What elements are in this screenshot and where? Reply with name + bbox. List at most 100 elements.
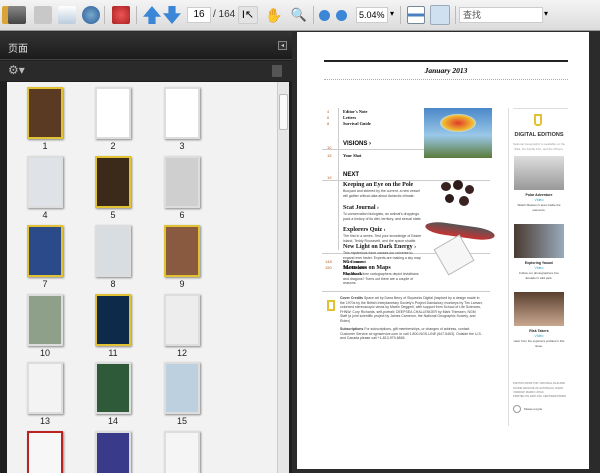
page-thumbnail[interactable] bbox=[27, 87, 63, 139]
page-total: / 164 bbox=[213, 9, 236, 20]
page-thumbnail[interactable] bbox=[95, 431, 131, 473]
page-thumbnail-label: 4 bbox=[42, 210, 48, 220]
page-thumbnail-label: 11 bbox=[108, 348, 118, 358]
pages-panel: 页面 ◂ ⚙▾ 1 2 3 4 5 6 7 8 9 10 11 12 13 14 15 bbox=[0, 32, 292, 473]
page-thumbnail[interactable] bbox=[164, 294, 200, 346]
search-dropdown-icon[interactable]: ▾ bbox=[544, 9, 548, 18]
thumbnail-scrollbar[interactable] bbox=[277, 82, 289, 473]
page-thumbnail-label: 9 bbox=[179, 279, 185, 289]
video-thumbnail[interactable] bbox=[514, 292, 564, 326]
digital-editions-title: DIGITAL EDITIONS bbox=[514, 132, 564, 138]
thumbnail-list: 1 2 3 4 5 6 7 8 9 10 11 12 13 14 15 bbox=[7, 82, 289, 473]
print-icon[interactable] bbox=[8, 6, 26, 24]
page-thumbnail[interactable] bbox=[164, 87, 200, 139]
page-thumbnail-label: 2 bbox=[110, 141, 116, 151]
delete-trash-icon[interactable] bbox=[272, 65, 282, 77]
issue-date: January 2013 bbox=[424, 66, 468, 75]
marquee-zoom-icon[interactable]: 🔍 bbox=[290, 6, 308, 24]
document-page: January 2013 10 VISIONS › 15 Your Shot 1… bbox=[297, 32, 589, 469]
select-tool-icon[interactable]: I↖ bbox=[238, 6, 258, 24]
fit-page-icon[interactable] bbox=[430, 5, 450, 25]
save-icon[interactable] bbox=[34, 6, 52, 24]
page-thumbnail-label: 6 bbox=[179, 210, 185, 220]
page-thumbnail-label: 10 bbox=[39, 348, 50, 358]
video-title[interactable]: Exploring Yasuni bbox=[511, 261, 567, 266]
page-thumbnail[interactable] bbox=[27, 294, 63, 346]
toc-page-number: 148 bbox=[325, 259, 332, 264]
toc-item[interactable]: Editor's Note bbox=[343, 109, 367, 114]
video-thumbnail[interactable] bbox=[514, 156, 564, 190]
recycle-icon bbox=[513, 405, 521, 413]
toc-your-shot[interactable]: Your Shot bbox=[343, 153, 361, 158]
video-title[interactable]: Polar Adventure bbox=[511, 193, 567, 198]
page-thumbnail-label: 1 bbox=[42, 141, 48, 151]
scrollbar-thumb[interactable] bbox=[279, 94, 288, 130]
video-description: Follow our photographers into Ecuador's … bbox=[519, 271, 559, 280]
zoom-dropdown-icon[interactable]: ▾ bbox=[390, 9, 394, 18]
page-thumbnail[interactable] bbox=[164, 225, 200, 277]
toc-item[interactable]: The Moment bbox=[343, 265, 367, 270]
page-thumbnail[interactable] bbox=[95, 225, 131, 277]
video-description: Hear from the explorers profiled in this… bbox=[513, 339, 565, 348]
telescope-illustration bbox=[433, 234, 475, 276]
video-description: Watch Mawson's team battle the elements. bbox=[517, 203, 561, 212]
zoom-in-icon[interactable] bbox=[336, 10, 347, 21]
page-thumbnail[interactable] bbox=[27, 225, 63, 277]
page-thumbnail[interactable] bbox=[95, 87, 131, 139]
article-title[interactable]: New Light on Dark Energy › bbox=[343, 244, 416, 250]
page-thumbnail-label: 8 bbox=[110, 279, 116, 289]
article-description: Buoyant and steered by the current, a ne… bbox=[343, 189, 420, 198]
hand-tool-icon[interactable]: ✋ bbox=[265, 6, 283, 24]
panel-title: 页面 bbox=[8, 44, 28, 55]
page-thumbnail[interactable] bbox=[95, 362, 131, 414]
video-type: Video bbox=[534, 266, 544, 270]
search-input[interactable]: 查找 bbox=[459, 7, 543, 23]
page-thumbnail[interactable] bbox=[27, 362, 63, 414]
article-title[interactable]: Keeping an Eye on the Pole bbox=[343, 182, 413, 188]
page-thumbnail-label: 5 bbox=[110, 210, 116, 220]
toc-item[interactable]: NG Connect bbox=[343, 259, 366, 264]
zoom-out-icon[interactable] bbox=[319, 10, 330, 21]
article-description: The first in a series. Test your knowled… bbox=[343, 234, 422, 243]
article-title[interactable]: Scat Journal › bbox=[343, 205, 379, 211]
page-thumbnail[interactable] bbox=[95, 294, 131, 346]
fit-width-icon[interactable] bbox=[407, 6, 425, 24]
collapse-panel-button[interactable]: ◂ bbox=[278, 41, 287, 50]
page-thumbnail-label: 13 bbox=[39, 416, 50, 426]
page-thumbnail[interactable] bbox=[164, 362, 200, 414]
article-description: To conservation biologists, an animal's … bbox=[343, 212, 422, 221]
scat-photo bbox=[437, 180, 477, 210]
video-thumbnail[interactable] bbox=[514, 224, 564, 258]
page-thumbnail-label: 15 bbox=[176, 416, 187, 426]
page-thumbnail-label: 3 bbox=[179, 141, 185, 151]
page-thumbnail[interactable] bbox=[164, 431, 200, 473]
toc-item[interactable]: Survival Guide bbox=[343, 121, 371, 126]
security-icon[interactable] bbox=[112, 6, 130, 24]
next-page-icon[interactable] bbox=[163, 6, 181, 24]
page-thumbnail[interactable] bbox=[164, 156, 200, 208]
toc-item[interactable]: Flashback bbox=[343, 271, 362, 276]
toc-page-number: 8 bbox=[327, 121, 330, 126]
toc-page-number: 150 bbox=[325, 265, 332, 270]
zoom-level-input[interactable]: 5.04% bbox=[356, 7, 388, 23]
page-number-input[interactable]: 16 bbox=[187, 7, 211, 23]
page-thumbnail[interactable] bbox=[27, 156, 63, 208]
cover-credits: Space art by Dana Berry of Skyworks Digi… bbox=[340, 296, 483, 323]
carousel-photo bbox=[424, 108, 492, 158]
toc-page-number: 6 bbox=[327, 115, 330, 120]
options-gear-icon[interactable]: ⚙▾ bbox=[8, 64, 25, 77]
email-icon[interactable] bbox=[58, 6, 76, 24]
visions-heading[interactable]: VISIONS › bbox=[343, 141, 371, 147]
page-thumbnail-label: 12 bbox=[176, 348, 187, 358]
page-thumbnail-label: 7 bbox=[42, 279, 48, 289]
video-title[interactable]: Risk Takers bbox=[511, 329, 567, 334]
toc-item[interactable]: Letters bbox=[343, 115, 356, 120]
video-type: Video bbox=[534, 334, 544, 338]
digital-editions-icon bbox=[534, 114, 542, 126]
share-web-icon[interactable] bbox=[82, 6, 100, 24]
page-thumbnail[interactable] bbox=[27, 431, 63, 473]
previous-page-icon[interactable] bbox=[143, 6, 161, 24]
toolbar: 16 / 164 I↖ ✋ 🔍 5.04% ▾ 查找 ▾ bbox=[0, 0, 600, 31]
page-thumbnail[interactable] bbox=[95, 156, 131, 208]
article-title[interactable]: Explorers Quiz › bbox=[343, 227, 386, 233]
